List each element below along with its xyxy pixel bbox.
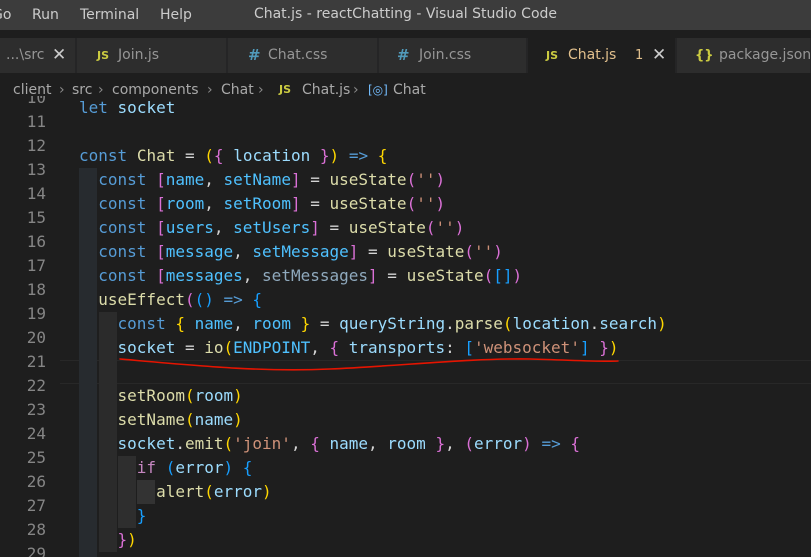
red-underline-annotation: [119, 358, 619, 371]
tab-src[interactable]: ...\src ✕: [0, 38, 76, 73]
js-file-icon: JS: [546, 49, 559, 62]
tab-join-js[interactable]: JS Join.js: [77, 38, 227, 73]
problem-count-badge: 1: [635, 48, 644, 63]
tab-package-json[interactable]: {} package.json: [677, 38, 811, 73]
title-bar: Go Run Terminal Help Chat.js - reactChat…: [0, 0, 811, 30]
json-file-icon: {}: [695, 48, 714, 63]
close-icon[interactable]: ✕: [652, 38, 666, 73]
tab-chat-js[interactable]: JS Chat.js 1 ✕: [528, 38, 676, 73]
close-icon[interactable]: ✕: [52, 38, 66, 73]
tab-label: Chat.css: [268, 47, 328, 63]
css-file-icon: #: [397, 46, 410, 64]
code-editor[interactable]: 10 11 12 13 14 15 16 17 18 19 20 21 22 23 24 25 26 27 28 29…: [0, 96, 811, 557]
js-file-icon: JS: [97, 49, 110, 62]
tab-chat-css[interactable]: # Chat.css: [228, 38, 378, 73]
tab-label: Join.js: [118, 47, 160, 63]
window-title: Chat.js - reactChatting - Visual Studio …: [253, 6, 558, 22]
tab-label: Join.css: [419, 47, 472, 63]
tab-label: package.json: [719, 47, 811, 63]
css-file-icon: #: [248, 46, 261, 64]
tab-label: Chat.js: [568, 47, 617, 63]
tab-label: ...\src: [6, 47, 45, 63]
tab-join-css[interactable]: # Join.css: [379, 38, 527, 73]
editor-tab-bar: ...\src ✕ JS Join.js # Chat.css # Join.c…: [0, 38, 811, 73]
